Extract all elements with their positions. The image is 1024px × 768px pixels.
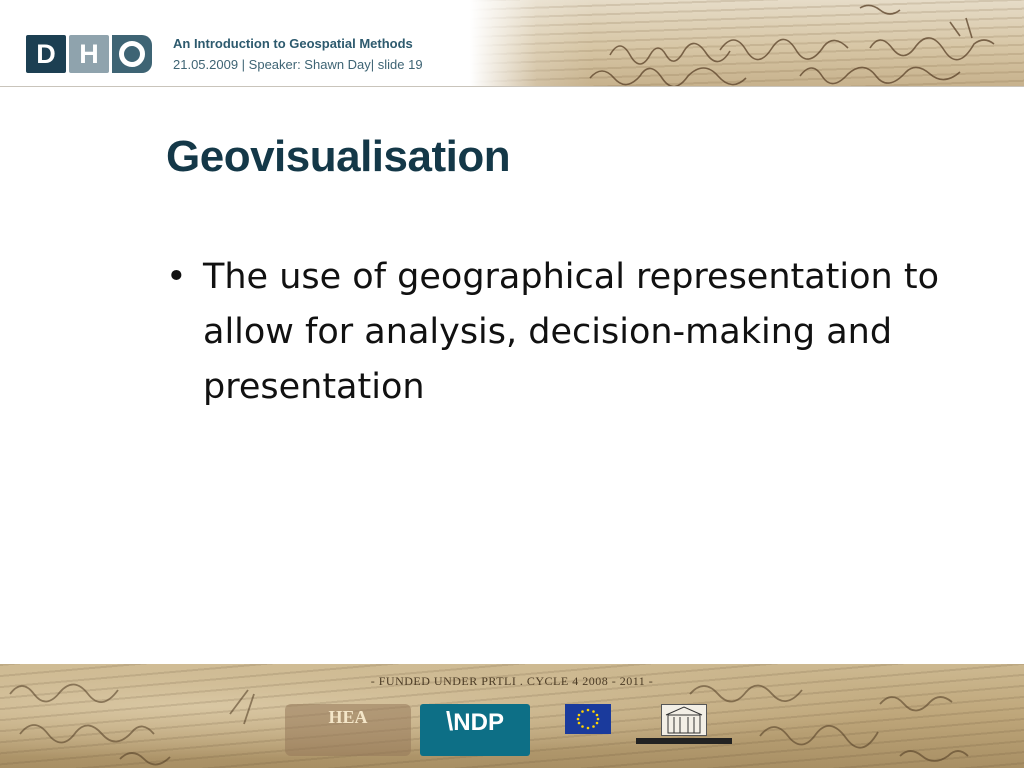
presentation-subtitle: 21.05.2009 | Speaker: Shawn Day| slide 1… bbox=[173, 57, 423, 72]
logo-letter-h: H bbox=[69, 35, 109, 73]
funded-under-text: - FUNDED UNDER PRTLI . CYCLE 4 2008 - 20… bbox=[370, 674, 654, 688]
bullet-item: • The use of geographical representation… bbox=[166, 250, 966, 415]
eu-stars-icon bbox=[576, 708, 600, 730]
handwriting-decoration bbox=[589, 4, 995, 86]
slide-header: D H An Introduction to Geospatial Method… bbox=[0, 0, 1024, 87]
bullet-marker: • bbox=[166, 257, 187, 297]
slide-title: Geovisualisation bbox=[166, 132, 511, 181]
presentation-title: An Introduction to Geospatial Methods bbox=[173, 36, 413, 51]
hea-logo: HEA bbox=[285, 704, 411, 756]
dho-logo: D H bbox=[26, 35, 152, 73]
eu-flag-logo bbox=[562, 704, 614, 756]
slide-footer: - FUNDED UNDER PRTLI . CYCLE 4 2008 - 20… bbox=[0, 664, 1024, 768]
logo-letter-o bbox=[112, 35, 152, 73]
institution-building-logo bbox=[636, 704, 732, 756]
ndp-logo: \NDP bbox=[420, 704, 530, 756]
building-icon bbox=[665, 706, 703, 734]
logo-letter-d: D bbox=[26, 35, 66, 73]
bullet-text: The use of geographical representation t… bbox=[203, 257, 939, 407]
manuscript-banner bbox=[470, 0, 1024, 86]
